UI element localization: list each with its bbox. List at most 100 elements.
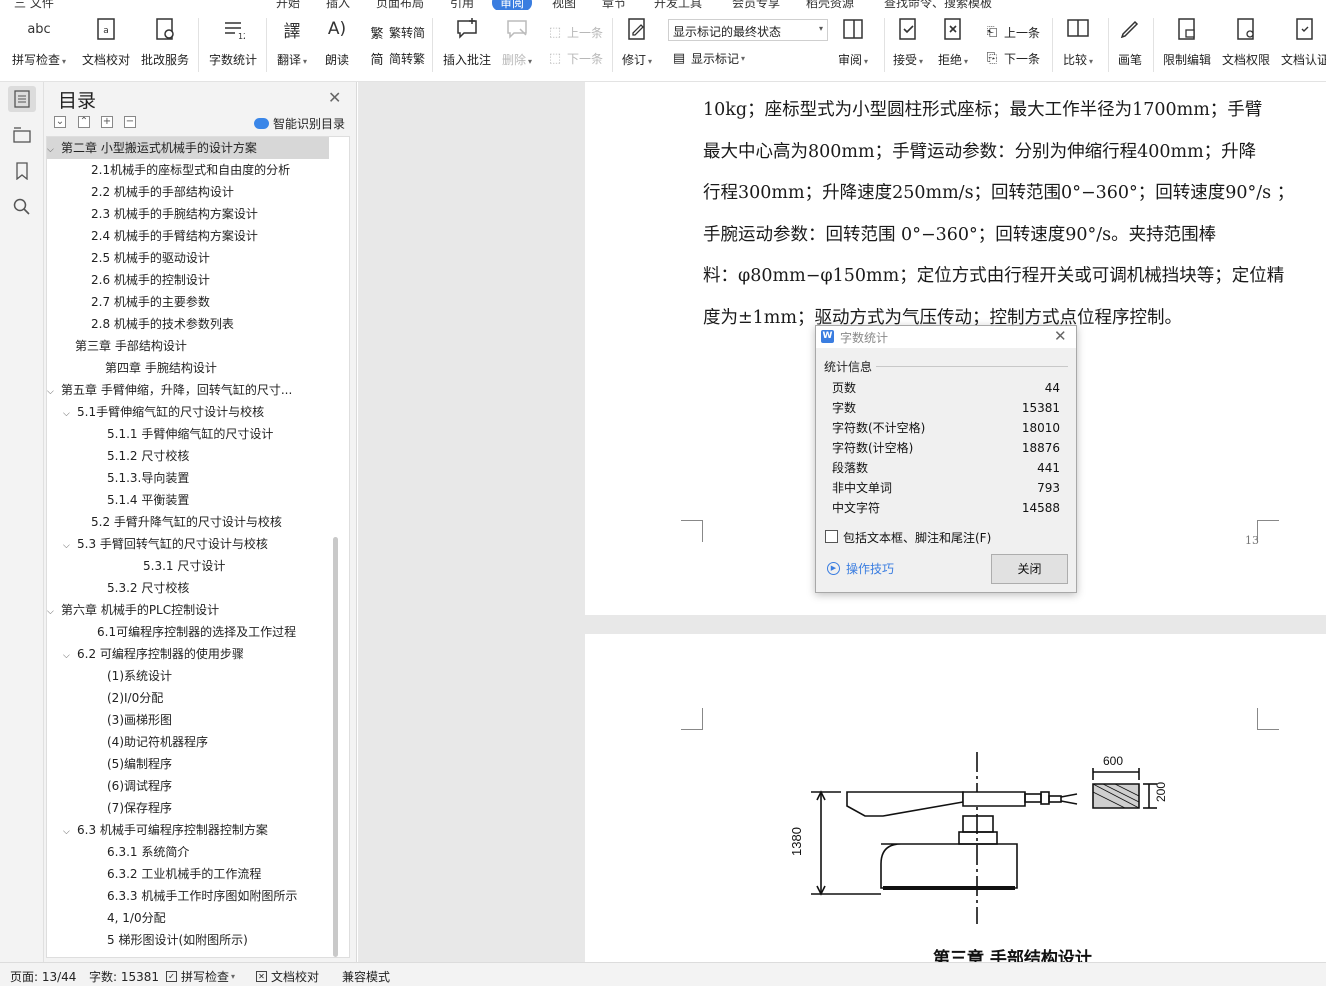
menu-insert[interactable]: 插入: [326, 0, 350, 10]
next-comment-button[interactable]: ⬚ 下一条: [546, 48, 603, 68]
toc-item[interactable]: 5.3.1 尺寸设计: [47, 555, 329, 577]
doc-certify-button[interactable]: 文档认证: [1281, 16, 1326, 72]
reject-button[interactable]: 拒绝 ▾: [938, 16, 968, 72]
toc-item[interactable]: ⌵ 第六章 机械手的PLC控制设计: [47, 599, 329, 621]
spell-check-button[interactable]: abc 拼写检查 ▾: [12, 16, 66, 72]
dialog-titlebar[interactable]: W 字数统计 ✕: [816, 326, 1076, 348]
translate-button[interactable]: 譯 翻译 ▾: [277, 16, 307, 72]
toc-item[interactable]: 5.1.1 手臂伸缩气缸的尺寸设计: [47, 423, 329, 445]
toc-item[interactable]: 2.6 机械手的控制设计: [47, 269, 329, 291]
close-button[interactable]: 关闭: [991, 554, 1068, 584]
restrict-edit-button[interactable]: 限制编辑: [1163, 16, 1211, 72]
collapse-all-icon[interactable]: ⌄: [54, 116, 66, 128]
toc-item[interactable]: 5.1.2 尺寸校核: [47, 445, 329, 467]
chevron-down-icon[interactable]: ⌵: [63, 403, 77, 425]
doc-proofread-button[interactable]: a 文档校对: [82, 16, 130, 72]
toc-item[interactable]: ⌵ 6.3 机械手可编程序控制器控制方案: [47, 819, 329, 841]
toc-item[interactable]: ⌵ 第二章 小型搬运式机械手的设计方案: [47, 137, 329, 159]
toc-item[interactable]: 6.3.1 系统简介: [47, 841, 329, 863]
tips-link[interactable]: ▶ 操作技巧: [827, 560, 894, 577]
bookmark-icon[interactable]: [8, 158, 36, 184]
proofread-status[interactable]: ✕ 文档校对: [256, 968, 319, 985]
toc-item[interactable]: ⌵ 第五章 手臂伸缩，升降，回转气缸的尺寸...: [47, 379, 329, 401]
smart-toc-button[interactable]: 智能识别目录: [254, 115, 345, 132]
toc-item[interactable]: ⌵ 5.1手臂伸缩气缸的尺寸设计与校核: [47, 401, 329, 423]
include-textbox-checkbox[interactable]: [825, 530, 838, 543]
toc-item[interactable]: 5.2 手臂升降气缸的尺寸设计与校核: [47, 511, 329, 533]
toc-item[interactable]: 5 梯形图设计(如附图所示): [47, 929, 329, 951]
compare-button[interactable]: 比较 ▾: [1063, 16, 1093, 72]
search-icon[interactable]: [8, 194, 36, 220]
menu-layout[interactable]: 页面布局: [376, 0, 424, 10]
prev-comment-button[interactable]: ⬚ 上一条: [546, 22, 603, 42]
add-item-icon[interactable]: +: [101, 116, 113, 128]
menu-devtools[interactable]: 开发工具: [654, 0, 702, 10]
toc-item[interactable]: 6.1可编程序控制器的选择及工作过程: [47, 621, 329, 643]
menu-review[interactable]: 审阅: [492, 0, 533, 10]
chevron-down-icon[interactable]: ⌵: [47, 381, 61, 403]
toc-item[interactable]: 2.1机械手的座标型式和自由度的分析: [47, 159, 329, 181]
pen-button[interactable]: 画笔: [1117, 16, 1143, 72]
simp-to-trad-button[interactable]: 简简转繁: [368, 48, 425, 68]
trad-to-simp-button[interactable]: 繁繁转简: [368, 22, 425, 42]
toc-item[interactable]: (2)I/0分配: [47, 687, 329, 709]
chevron-down-icon[interactable]: ⌵: [63, 821, 77, 843]
accept-button[interactable]: 接受 ▾: [893, 16, 923, 72]
menu-home[interactable]: 开始: [276, 0, 300, 10]
toc-item[interactable]: 2.8 机械手的技术参数列表: [47, 313, 329, 335]
chevron-down-icon[interactable]: ⌵: [63, 645, 77, 667]
word-count-indicator[interactable]: 字数: 15381: [89, 968, 159, 985]
toc-item[interactable]: (3)画梯形图: [47, 709, 329, 731]
show-markup-button[interactable]: ▤ 显示标记 ▾: [670, 48, 745, 68]
toc-item[interactable]: (6)调试程序: [47, 775, 329, 797]
chevron-down-icon[interactable]: ⌵: [47, 601, 61, 623]
insert-comment-button[interactable]: 插入批注: [443, 16, 491, 72]
menu-view[interactable]: 视图: [552, 0, 576, 10]
close-icon[interactable]: ✕: [1054, 327, 1067, 345]
doc-permission-button[interactable]: 文档权限: [1222, 16, 1270, 72]
prev-change-button[interactable]: ⎗ 上一条: [983, 22, 1040, 42]
menu-daoke[interactable]: 稻壳资源: [806, 0, 854, 10]
word-count-button[interactable]: 123 字数统计: [209, 16, 257, 72]
toc-item[interactable]: 5.3.2 尺寸校核: [47, 577, 329, 599]
toc-item[interactable]: 第四章 手腕结构设计: [47, 357, 329, 379]
toc-item[interactable]: 2.5 机械手的驱动设计: [47, 247, 329, 269]
toc-item[interactable]: 2.4 机械手的手臂结构方案设计: [47, 225, 329, 247]
review-pane-button[interactable]: 审阅 ▾: [838, 16, 868, 72]
next-change-button[interactable]: ⎘ 下一条: [983, 48, 1040, 68]
toc-item[interactable]: 6.3.3 机械手工作时序图如附图所示: [47, 885, 329, 907]
toc-item[interactable]: 2.3 机械手的手腕结构方案设计: [47, 203, 329, 225]
chevron-down-icon[interactable]: ⌵: [47, 139, 61, 161]
markup-state-select[interactable]: 显示标记的最终状态 ▾: [668, 19, 828, 41]
remove-item-icon[interactable]: −: [124, 116, 136, 128]
toc-item[interactable]: 4, 1/0分配: [47, 907, 329, 929]
toc-item[interactable]: ⌵ 5.3 手臂回转气缸的尺寸设计与校核: [47, 533, 329, 555]
menu-file[interactable]: 三 文件: [14, 0, 54, 10]
toc-item[interactable]: (5)编制程序: [47, 753, 329, 775]
close-icon[interactable]: ✕: [328, 88, 341, 107]
toc-item[interactable]: (1)系统设计: [47, 665, 329, 687]
approval-service-button[interactable]: 批改服务: [141, 16, 189, 72]
menu-reference[interactable]: 引用: [450, 0, 474, 10]
menu-member[interactable]: 会员专享: [732, 0, 780, 10]
read-aloud-button[interactable]: A) 朗读: [324, 16, 350, 72]
scrollbar[interactable]: [333, 537, 338, 957]
delete-comment-button[interactable]: 删除 ▾: [502, 16, 532, 72]
page-indicator[interactable]: 页面: 13/44: [10, 968, 76, 985]
toc-item[interactable]: 2.2 机械手的手部结构设计: [47, 181, 329, 203]
toc-item[interactable]: 6.3.2 工业机械手的工作流程: [47, 863, 329, 885]
expand-up-icon[interactable]: ⌃: [78, 116, 90, 128]
include-textbox-label[interactable]: 包括文本框、脚注和尾注(F): [843, 529, 991, 546]
menu-section[interactable]: 章节: [602, 0, 626, 10]
toc-item[interactable]: 5.1.3.导向装置: [47, 467, 329, 489]
toc-item[interactable]: 2.7 机械手的主要参数: [47, 291, 329, 313]
outline-icon[interactable]: [8, 122, 36, 148]
toc-item[interactable]: (7)保存程序: [47, 797, 329, 819]
toc-item[interactable]: (4)助记符机器程序: [47, 731, 329, 753]
toc-item[interactable]: 5.1.4 平衡装置: [47, 489, 329, 511]
toc-item[interactable]: ⌵ 6.2 可编程序控制器的使用步骤: [47, 643, 329, 665]
toc-icon[interactable]: [8, 86, 36, 112]
spell-check-status[interactable]: ✓ 拼写检查 ▾: [166, 968, 235, 985]
toc-item[interactable]: 第三章 手部结构设计: [47, 335, 329, 357]
chevron-down-icon[interactable]: ⌵: [63, 535, 77, 557]
